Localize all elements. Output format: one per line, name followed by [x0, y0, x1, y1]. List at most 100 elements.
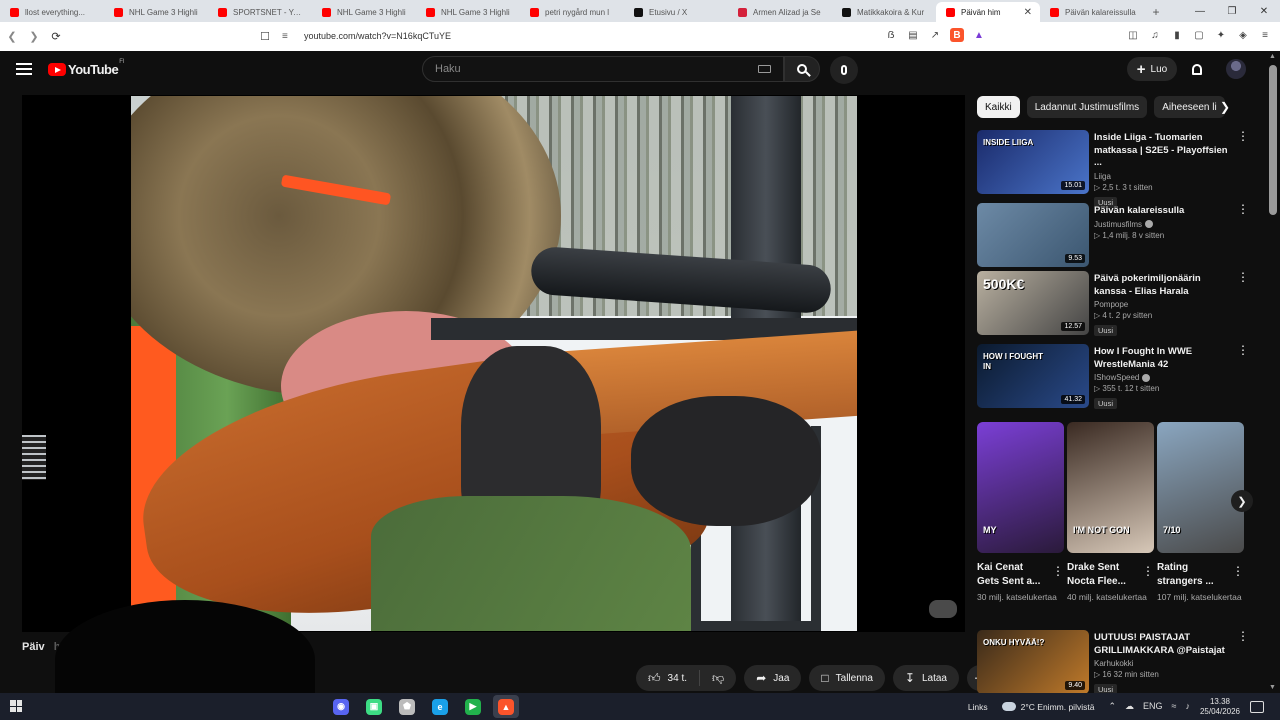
maximize-button[interactable]: ❐	[1216, 0, 1248, 22]
notifications-bell-icon[interactable]	[1189, 61, 1205, 77]
brave-rewards-icon[interactable]: ▲	[972, 28, 986, 42]
scrollbar-thumb[interactable]	[1269, 65, 1277, 215]
short-thumbnail[interactable]: MY	[977, 422, 1064, 553]
video-thumbnail[interactable]: 9.53	[977, 203, 1089, 267]
download-button[interactable]: ↧ Lataa	[892, 665, 959, 691]
media-icon[interactable]: ♫	[1148, 28, 1162, 42]
more-options-icon[interactable]: ⋮	[1237, 630, 1249, 642]
notification-center-icon[interactable]	[1250, 700, 1264, 713]
browser-tab[interactable]: NHL Game 3 Highli	[104, 2, 208, 22]
wifi-icon[interactable]: ≈	[1172, 701, 1177, 712]
page-scrollbar[interactable]: ▲ ▼	[1266, 51, 1280, 693]
search-input[interactable]: Haku	[422, 56, 784, 82]
more-options-icon[interactable]: ⋮	[1237, 203, 1249, 215]
avatar[interactable]	[1226, 59, 1246, 79]
video-player[interactable]	[22, 95, 965, 632]
youtube-logo[interactable]: YouTube FI	[48, 59, 125, 77]
browser-tab[interactable]: SPORTSNET - YouTu	[208, 2, 312, 22]
cast-icon[interactable]: ▤	[906, 28, 920, 42]
share-button[interactable]: ➦ Jaa	[744, 665, 802, 691]
android-studio-taskbar-button[interactable]: ▣	[361, 695, 387, 718]
channel-name[interactable]: Pompope	[1094, 300, 1229, 309]
short-thumbnail[interactable]: I'M NOT GON	[1067, 422, 1154, 553]
brave-taskbar-button[interactable]: ▲	[493, 695, 519, 718]
new-tab-button[interactable]: +	[1144, 2, 1168, 22]
brave-shields-icon[interactable]: B	[950, 28, 964, 42]
short-item[interactable]: I'M NOT GON Drake Sent Nocta Flee... 40 mi…	[1067, 422, 1154, 603]
more-options-icon[interactable]: ⋮	[1232, 564, 1244, 578]
browser-tab[interactable]: NHL Game 3 Highli	[416, 2, 520, 22]
channel-name[interactable]: Liiga	[1094, 172, 1229, 181]
browser-tab[interactable]: Päivän him ✕	[936, 2, 1040, 22]
shield-app-taskbar-button[interactable]: ⬟	[394, 695, 420, 718]
reload-icon[interactable]: ⟳	[46, 27, 66, 47]
wallet-icon[interactable]: ▢	[1192, 28, 1206, 42]
language-indicator[interactable]: ENG	[1143, 701, 1163, 712]
sidebar-toggle-icon[interactable]: ◫	[1126, 28, 1140, 42]
reading-list-icon[interactable]: ▮	[1170, 28, 1184, 42]
voice-search-button[interactable]	[830, 56, 858, 84]
channel-name[interactable]: IShowSpeed	[1094, 373, 1229, 382]
create-button[interactable]: + Luo	[1127, 57, 1177, 81]
browser-tab[interactable]: Etusivu / X	[624, 2, 728, 22]
hamburger-menu-icon[interactable]	[16, 61, 32, 77]
links-toolbar[interactable]: Links	[968, 702, 988, 712]
short-item[interactable]: 7/10 Rating strangers ... 107 milj. katsel…	[1157, 422, 1244, 603]
shorts-next-button[interactable]: ❯	[1231, 490, 1253, 512]
leo-icon[interactable]: ✦	[1214, 28, 1228, 42]
browser-menu-icon[interactable]: ≡	[1258, 28, 1272, 42]
scroll-down-icon[interactable]: ▼	[1269, 684, 1276, 691]
more-options-icon[interactable]: ⋮	[1237, 130, 1249, 142]
chip-related[interactable]: Aiheeseen li	[1154, 96, 1225, 118]
forward-icon[interactable]: ❯	[24, 27, 44, 47]
start-icon[interactable]	[10, 700, 22, 712]
chevron-up-icon[interactable]: ⌃	[1108, 701, 1116, 712]
search-button[interactable]	[784, 56, 820, 82]
recommended-video[interactable]: 9.53 Päivän kalareissulla Justimusfilms ▷ 1…	[977, 203, 1257, 267]
recommended-video[interactable]: ONKU HYVÄÄ!? 9.40 UUTUUS! PAISTAJAT GRILLI…	[977, 630, 1257, 695]
dislike-button[interactable]: 👎︎	[700, 665, 736, 691]
browser-tab[interactable]: petri nygård mun l	[520, 2, 624, 22]
back-icon[interactable]: ❮	[2, 27, 22, 47]
chip-uploaded-by[interactable]: Ladannut Justimusfilms	[1026, 96, 1148, 118]
channel-name[interactable]: Karhukokki	[1094, 659, 1229, 668]
close-window-button[interactable]: ✕	[1248, 0, 1280, 22]
clock[interactable]: 13.38 25/04/2026	[1200, 697, 1240, 717]
short-thumbnail[interactable]: 7/10	[1157, 422, 1244, 553]
recommended-video[interactable]: 500K€ 12.57 Päivä pokerimiljonäärin kanssa…	[977, 271, 1257, 336]
onedrive-icon[interactable]: ☁	[1125, 701, 1134, 712]
browser-tab[interactable]: NHL Game 3 Highli	[312, 2, 416, 22]
minimize-button[interactable]: —	[1184, 0, 1216, 22]
recommended-video[interactable]: INSIDE LIIGA 15.01 Inside Liiga - Tuomarie…	[977, 130, 1257, 208]
browser-tab[interactable]: Matikkakoira & Kur	[832, 2, 936, 22]
weather-widget[interactable]: 2°C Enimm. pilvistä	[998, 699, 1094, 712]
channel-watermark-icon[interactable]	[929, 600, 957, 618]
volume-icon[interactable]: ♪	[1185, 701, 1190, 712]
more-options-icon[interactable]: ⋮	[1052, 564, 1064, 578]
video-thumbnail[interactable]: 500K€ 12.57	[977, 271, 1089, 335]
video-frame[interactable]	[131, 96, 857, 631]
video-thumbnail[interactable]: INSIDE LIIGA 15.01	[977, 130, 1089, 194]
browser-tab[interactable]: Armen Alizad ja Se	[728, 2, 832, 22]
edge-taskbar-button[interactable]: e	[427, 695, 453, 718]
discord-taskbar-button[interactable]: ◉	[328, 695, 354, 718]
like-button[interactable]: 👍︎ 34 t.	[636, 665, 699, 691]
chip-all[interactable]: Kaikki	[977, 96, 1020, 118]
url-field[interactable]: ≡ youtube.com/watch?v=N16kqCTuYE	[282, 26, 842, 46]
share-icon[interactable]: ↗	[928, 28, 942, 42]
vpn-icon[interactable]: ◈	[1236, 28, 1250, 42]
chevron-right-icon[interactable]: ❯	[1220, 100, 1230, 114]
more-options-icon[interactable]: ⋮	[1237, 271, 1249, 283]
channel-name[interactable]: Justimusfilms	[1094, 220, 1229, 229]
tab-close-icon[interactable]: ✕	[1024, 7, 1032, 18]
short-item[interactable]: MY Kai Cenat Gets Sent a... 30 milj. katse…	[977, 422, 1064, 603]
site-settings-icon[interactable]: ≡	[282, 31, 296, 42]
bookmark-icon[interactable]: ☐	[258, 28, 272, 44]
save-button[interactable]: □ Tallenna	[809, 665, 885, 691]
recommended-video[interactable]: HOW I FOUGHT IN 41.32 How I Fought In WWE …	[977, 344, 1257, 409]
scroll-up-icon[interactable]: ▲	[1269, 53, 1276, 60]
video-thumbnail[interactable]: HOW I FOUGHT IN 41.32	[977, 344, 1089, 408]
video-thumbnail[interactable]: ONKU HYVÄÄ!? 9.40	[977, 630, 1089, 694]
translate-icon[interactable]: ẞ	[884, 28, 898, 42]
keyboard-icon[interactable]	[758, 65, 771, 73]
